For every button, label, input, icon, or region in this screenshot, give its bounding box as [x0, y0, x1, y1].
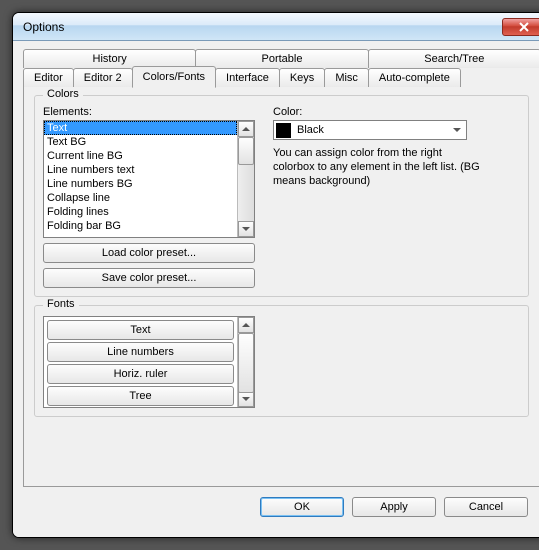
- list-item[interactable]: Collapse line: [44, 191, 237, 205]
- window-title: Options: [23, 20, 502, 34]
- tab-colors-fonts[interactable]: Colors/Fonts: [132, 66, 216, 88]
- colors-group: Colors Elements: Text Text BG Current li…: [34, 95, 529, 297]
- scroll-up-button[interactable]: [238, 317, 254, 333]
- color-swatch: [276, 123, 291, 138]
- list-item[interactable]: Text BG: [44, 135, 237, 149]
- tab-portable[interactable]: Portable: [195, 49, 368, 68]
- font-line-numbers-button[interactable]: Line numbers: [47, 342, 234, 362]
- fonts-scrollbar[interactable]: [237, 317, 254, 407]
- list-item[interactable]: Current line BG: [44, 149, 237, 163]
- tab-row-bottom: Editor Editor 2 Colors/Fonts Interface K…: [23, 68, 539, 88]
- font-text-button[interactable]: Text: [47, 320, 234, 340]
- chevron-down-icon: [242, 227, 250, 231]
- font-horiz-ruler-button[interactable]: Horiz. ruler: [47, 364, 234, 384]
- tab-misc[interactable]: Misc: [324, 68, 369, 88]
- elements-listbox-items: Text Text BG Current line BG Line number…: [44, 121, 237, 237]
- cancel-button[interactable]: Cancel: [444, 497, 528, 517]
- elements-scrollbar[interactable]: [237, 121, 254, 237]
- tab-row-top: History Portable Search/Tree: [23, 49, 539, 68]
- font-tree-button[interactable]: Tree: [47, 386, 234, 406]
- list-item[interactable]: Folding bar BG: [44, 219, 237, 233]
- tab-interface[interactable]: Interface: [215, 68, 280, 88]
- elements-label: Elements:: [43, 106, 255, 118]
- titlebar[interactable]: Options: [13, 13, 539, 41]
- list-item[interactable]: Folding lines: [44, 205, 237, 219]
- fonts-group: Fonts Text Line numbers Horiz. ruler Tre…: [34, 305, 529, 417]
- load-color-preset-button[interactable]: Load color preset...: [43, 243, 255, 263]
- colors-group-label: Colors: [43, 88, 83, 100]
- close-icon: [519, 22, 529, 32]
- scroll-thumb[interactable]: [238, 137, 254, 165]
- tab-editor[interactable]: Editor: [23, 68, 74, 88]
- tab-panel: Colors Elements: Text Text BG Current li…: [23, 87, 539, 487]
- list-item[interactable]: Text: [44, 121, 237, 135]
- chevron-up-icon: [242, 323, 250, 327]
- scroll-track[interactable]: [238, 333, 254, 391]
- chevron-up-icon: [242, 127, 250, 131]
- tab-search-tree[interactable]: Search/Tree: [368, 49, 539, 68]
- color-combobox[interactable]: Black: [273, 120, 467, 140]
- tab-auto-complete[interactable]: Auto-complete: [368, 68, 461, 88]
- color-label: Color:: [273, 106, 483, 118]
- fonts-group-label: Fonts: [43, 298, 79, 310]
- tab-keys[interactable]: Keys: [279, 68, 325, 88]
- scroll-track[interactable]: [238, 137, 254, 221]
- scroll-down-button[interactable]: [238, 221, 254, 237]
- scroll-down-button[interactable]: [238, 391, 254, 407]
- tab-editor2[interactable]: Editor 2: [73, 68, 133, 88]
- ok-button[interactable]: OK: [260, 497, 344, 517]
- close-button[interactable]: [502, 18, 539, 36]
- color-combobox-value: Black: [297, 124, 450, 136]
- apply-button[interactable]: Apply: [352, 497, 436, 517]
- options-dialog: Options History Portable Search/Tree Edi…: [12, 12, 539, 538]
- list-item[interactable]: Line numbers text: [44, 163, 237, 177]
- list-item[interactable]: Line numbers BG: [44, 177, 237, 191]
- scroll-thumb[interactable]: [238, 333, 254, 393]
- fonts-listbox: Text Line numbers Horiz. ruler Tree: [43, 316, 255, 408]
- scroll-up-button[interactable]: [238, 121, 254, 137]
- save-color-preset-button[interactable]: Save color preset...: [43, 268, 255, 288]
- combobox-arrow: [450, 128, 464, 132]
- dialog-footer: OK Apply Cancel: [23, 487, 539, 527]
- chevron-down-icon: [242, 397, 250, 401]
- elements-listbox[interactable]: Text Text BG Current line BG Line number…: [43, 120, 255, 238]
- client-area: History Portable Search/Tree Editor Edit…: [13, 41, 539, 537]
- chevron-down-icon: [453, 128, 461, 132]
- color-hint-text: You can assign color from the right colo…: [273, 146, 483, 188]
